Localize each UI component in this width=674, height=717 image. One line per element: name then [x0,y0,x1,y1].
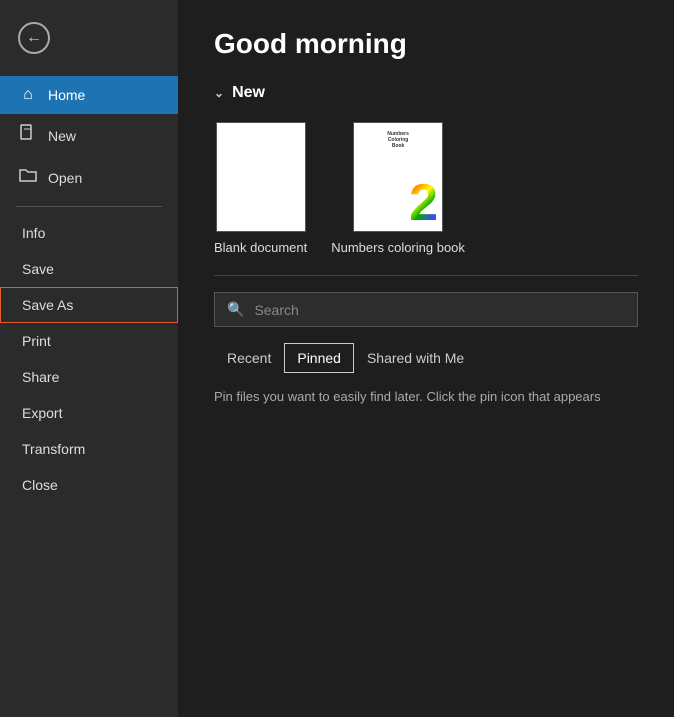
sidebar-item-info[interactable]: Info [0,215,178,251]
section-divider [214,275,638,276]
sidebar-item-close[interactable]: Close [0,467,178,503]
coloring-book-title: NumbersColoringBook [358,131,438,149]
new-section-header: ⌄ New [178,76,674,110]
home-icon: ⌂ [18,86,38,104]
tab-shared[interactable]: Shared with Me [354,343,477,373]
sidebar-item-open[interactable]: Open [0,157,178,198]
pinned-description: Pin files you want to easily find later.… [178,385,674,408]
blank-document-thumb [216,122,306,232]
blank-document-label: Blank document [214,240,307,255]
sidebar: ← ⌂ Home New Open Info Save Save As Prin… [0,0,178,717]
tab-recent[interactable]: Recent [214,343,284,373]
sidebar-open-label: Open [48,170,82,186]
blank-document-template[interactable]: Blank document [214,122,307,255]
new-doc-icon [18,124,38,147]
new-section-label: New [232,84,265,102]
sidebar-item-export[interactable]: Export [0,395,178,431]
coloring-book-label: Numbers coloring book [331,240,465,255]
main-header: Good morning [178,0,674,76]
coloring-book-number: 2 [409,177,438,229]
sidebar-divider [16,206,162,207]
search-icon: 🔍 [227,301,244,318]
sidebar-item-save-as[interactable]: Save As [0,287,178,323]
sidebar-item-new[interactable]: New [0,114,178,157]
chevron-down-icon: ⌄ [214,86,224,100]
main-content: Good morning ⌄ New Blank document Number… [178,0,674,717]
tab-pinned[interactable]: Pinned [284,343,354,373]
open-icon [18,167,38,188]
sidebar-new-label: New [48,128,76,144]
tabs-row: Recent Pinned Shared with Me [178,343,674,373]
page-title: Good morning [214,28,638,60]
back-circle-icon: ← [18,22,50,54]
coloring-book-template[interactable]: NumbersColoringBook 2 Numbers coloring b… [331,122,465,255]
coloring-book-content: NumbersColoringBook 2 [354,123,442,231]
coloring-book-thumb: NumbersColoringBook 2 [353,122,443,232]
sidebar-item-print[interactable]: Print [0,323,178,359]
sidebar-item-home[interactable]: ⌂ Home [0,76,178,114]
sidebar-item-transform[interactable]: Transform [0,431,178,467]
search-bar[interactable]: 🔍 Search [214,292,638,327]
back-button[interactable]: ← [0,0,178,76]
search-placeholder-text: Search [254,302,298,318]
sidebar-item-save[interactable]: Save [0,251,178,287]
sidebar-home-label: Home [48,87,85,103]
templates-row: Blank document NumbersColoringBook 2 Num… [178,110,674,275]
sidebar-item-share[interactable]: Share [0,359,178,395]
